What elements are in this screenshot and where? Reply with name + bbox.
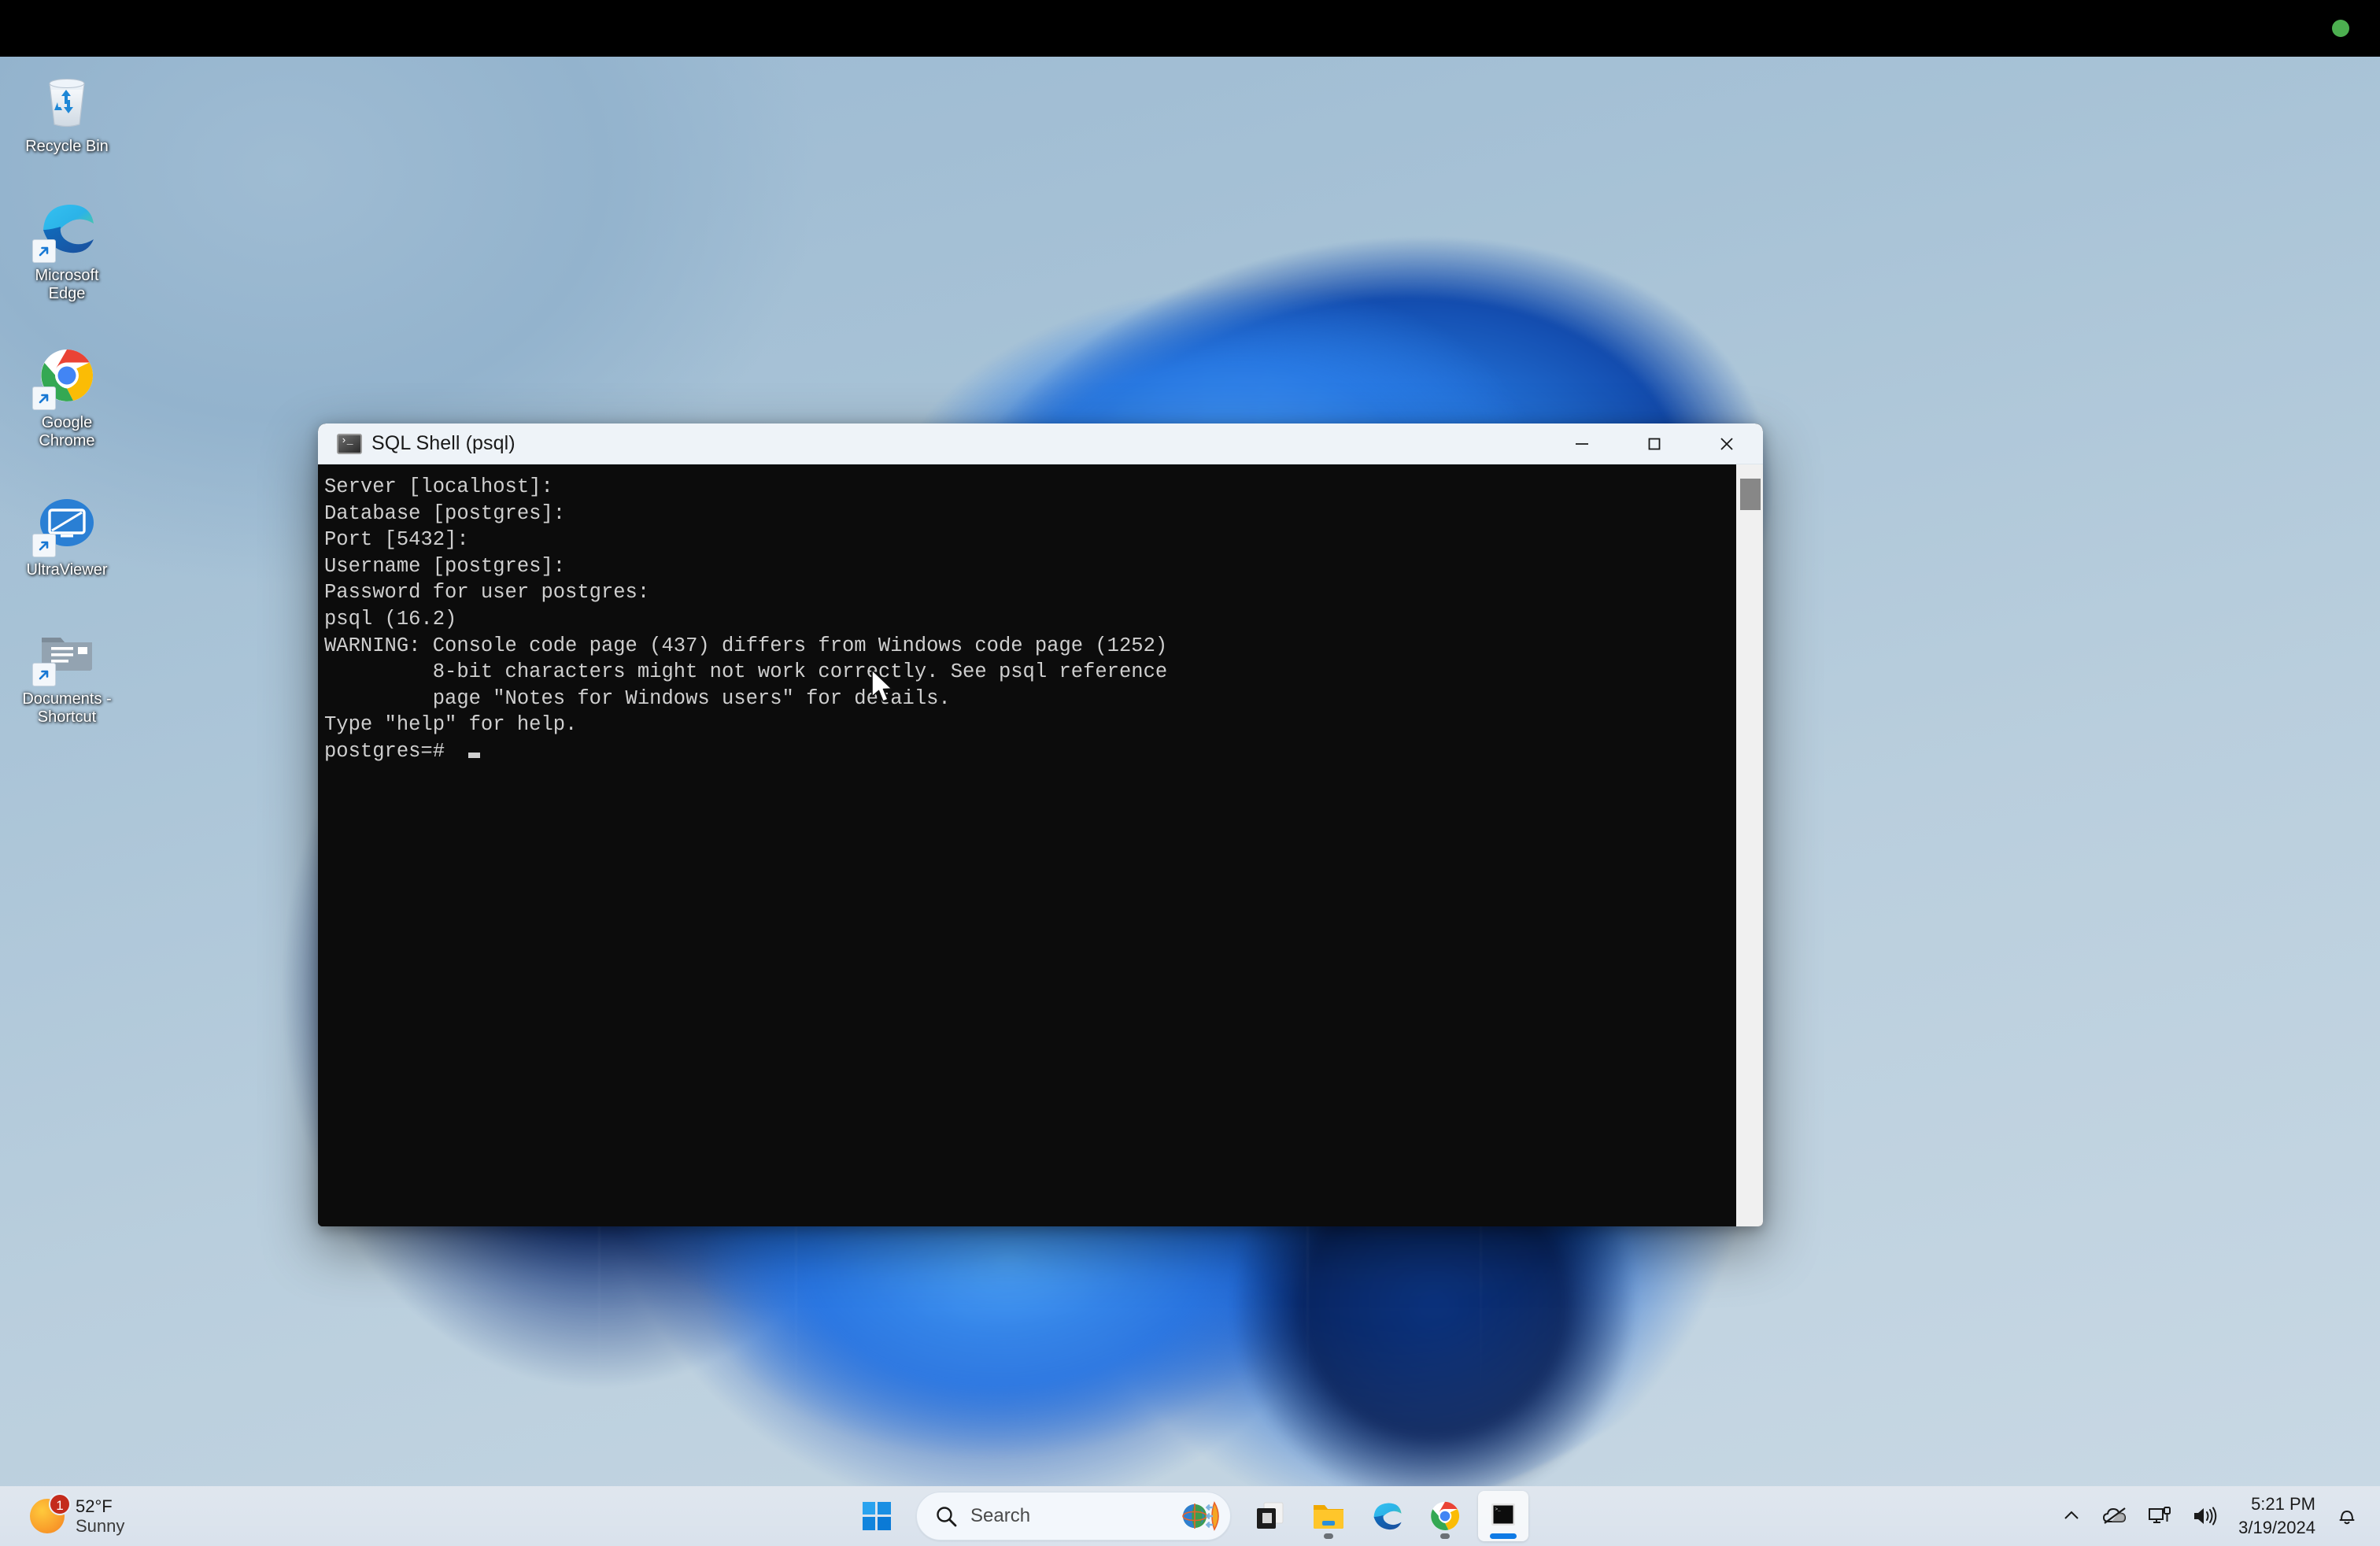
- search-box[interactable]: Search: [916, 1492, 1231, 1540]
- screen: Recycle Bin: [0, 0, 2380, 1546]
- terminal-line: Database [postgres]:: [324, 501, 1736, 527]
- terminal-line: psql (16.2): [324, 606, 1736, 633]
- desktop-icon-grid: Recycle Bin: [0, 57, 134, 761]
- show-hidden-icons-button[interactable]: [2053, 1491, 2090, 1541]
- search-placeholder: Search: [970, 1505, 1180, 1527]
- desktop[interactable]: Recycle Bin: [0, 57, 2380, 1486]
- terminal-line: Type "help" for help.: [324, 712, 1736, 738]
- console-icon: >_: [1486, 1499, 1521, 1533]
- taskbar-app-task-view[interactable]: [1245, 1491, 1295, 1541]
- recording-indicator-dot: [2332, 20, 2349, 37]
- svg-text:>_: >_: [1495, 1507, 1502, 1512]
- bell-icon: [2336, 1504, 2358, 1528]
- task-view-icon: [1253, 1499, 1288, 1533]
- terminal-line: 8-bit characters might not work correctl…: [324, 659, 1736, 686]
- desktop-icon-label: Google Chrome: [39, 414, 94, 450]
- edge-icon: [34, 195, 100, 261]
- console-icon: [337, 434, 362, 454]
- desktop-icon-google-chrome[interactable]: Google Chrome: [6, 338, 128, 458]
- close-button[interactable]: [1691, 423, 1763, 464]
- screen-recording-bar: [0, 0, 2380, 57]
- volume-button[interactable]: [2183, 1491, 2226, 1541]
- clock-date: 3/19/2024: [2238, 1516, 2315, 1540]
- terminal-output[interactable]: Server [localhost]:Database [postgres]:P…: [318, 464, 1736, 1226]
- recycle-bin-icon: [34, 66, 100, 132]
- notification-badge: 1: [49, 1493, 71, 1515]
- taskbar-app-microsoft-edge[interactable]: [1362, 1491, 1412, 1541]
- vertical-scrollbar[interactable]: [1736, 464, 1763, 1226]
- system-tray: 5:21 PM 3/19/2024: [2053, 1486, 2366, 1546]
- desktop-icon-documents-shortcut[interactable]: Documents - Shortcut: [6, 614, 128, 734]
- folder-icon: [34, 619, 100, 685]
- active-indicator: [1490, 1533, 1517, 1539]
- start-button[interactable]: [852, 1491, 902, 1541]
- terminal-cursor: [468, 753, 480, 758]
- network-icon: [2147, 1504, 2172, 1528]
- terminal-line: page "Notes for Windows users" for detai…: [324, 686, 1736, 712]
- terminal-body[interactable]: Server [localhost]:Database [postgres]:P…: [318, 464, 1763, 1226]
- sql-shell-window[interactable]: SQL Shell (psql) Server [localhost]:Data…: [318, 423, 1763, 1226]
- clock-button[interactable]: 5:21 PM 3/19/2024: [2229, 1492, 2325, 1540]
- chevron-up-icon: [2061, 1506, 2082, 1526]
- taskbar-app-sql-shell[interactable]: >_: [1478, 1491, 1528, 1541]
- shortcut-overlay-icon: [32, 386, 56, 410]
- terminal-line: Username [postgres]:: [324, 553, 1736, 580]
- folder-icon: [1310, 1499, 1347, 1533]
- notifications-button[interactable]: [2328, 1491, 2366, 1541]
- taskbar[interactable]: 1 52°F Sunny S: [0, 1486, 2380, 1546]
- desktop-icon-microsoft-edge[interactable]: Microsoft Edge: [6, 190, 128, 311]
- terminal-line: Server [localhost]:: [324, 474, 1736, 501]
- window-title-bar[interactable]: SQL Shell (psql): [318, 423, 1763, 464]
- weather-condition: Sunny: [76, 1516, 124, 1536]
- chrome-icon: [1427, 1498, 1463, 1534]
- maximize-button[interactable]: [1618, 423, 1691, 464]
- clock-time: 5:21 PM: [2251, 1492, 2315, 1516]
- running-indicator: [1440, 1533, 1450, 1539]
- weather-text: 52°F Sunny: [76, 1496, 124, 1536]
- running-indicator: [1324, 1533, 1333, 1539]
- shortcut-overlay-icon: [32, 239, 56, 263]
- terminal-line: Port [5432]:: [324, 527, 1736, 553]
- volume-icon: [2191, 1504, 2218, 1528]
- search-icon: [934, 1504, 958, 1528]
- taskbar-app-google-chrome[interactable]: [1420, 1491, 1470, 1541]
- ultraviewer-icon: [34, 490, 100, 556]
- desktop-icon-label: Documents - Shortcut: [22, 690, 111, 727]
- desktop-icon-recycle-bin[interactable]: Recycle Bin: [6, 61, 128, 164]
- terminal-line: WARNING: Console code page (437) differs…: [324, 633, 1736, 660]
- weather-temperature: 52°F: [76, 1496, 124, 1516]
- edge-icon: [1369, 1498, 1405, 1534]
- globe-icon[interactable]: [1180, 1496, 1222, 1536]
- window-title: SQL Shell (psql): [371, 432, 516, 455]
- shortcut-overlay-icon: [32, 663, 56, 686]
- terminal-line: Password for user postgres:: [324, 579, 1736, 606]
- windows-logo-icon: [862, 1501, 892, 1531]
- weather-widget[interactable]: 1 52°F Sunny: [19, 1486, 135, 1546]
- onedrive-button[interactable]: [2094, 1491, 2136, 1541]
- chrome-icon: [34, 342, 100, 409]
- network-button[interactable]: [2139, 1491, 2180, 1541]
- taskbar-app-file-explorer[interactable]: [1303, 1491, 1354, 1541]
- desktop-icon-label: UltraViewer: [27, 561, 108, 579]
- scrollbar-thumb[interactable]: [1740, 479, 1761, 510]
- desktop-icon-ultraviewer[interactable]: UltraViewer: [6, 485, 128, 587]
- onedrive-offline-icon: [2101, 1504, 2128, 1528]
- terminal-line: postgres=#: [324, 738, 1736, 765]
- shortcut-overlay-icon: [32, 534, 56, 557]
- sun-icon: 1: [30, 1499, 65, 1533]
- desktop-icon-label: Microsoft Edge: [35, 267, 98, 303]
- window-controls: [1546, 423, 1763, 464]
- desktop-icon-label: Recycle Bin: [25, 138, 109, 156]
- minimize-button[interactable]: [1546, 423, 1618, 464]
- taskbar-center-cluster: Search: [852, 1491, 1528, 1541]
